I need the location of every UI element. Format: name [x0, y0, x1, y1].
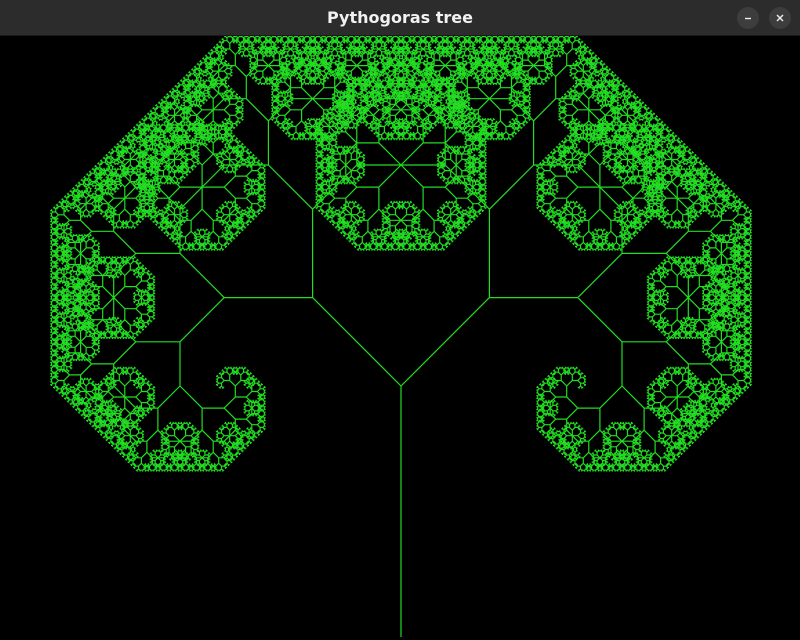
window-title: Pythogoras tree	[327, 8, 473, 27]
minimize-button[interactable]	[737, 7, 759, 29]
close-icon	[776, 14, 784, 22]
minimize-icon	[745, 17, 751, 20]
drawing-canvas	[0, 36, 800, 640]
tree-branches	[50, 36, 752, 637]
title-bar[interactable]: Pythogoras tree	[0, 0, 800, 36]
app-window: Pythogoras tree	[0, 0, 800, 640]
pythagoras-tree	[50, 36, 752, 637]
close-button[interactable]	[769, 7, 791, 29]
